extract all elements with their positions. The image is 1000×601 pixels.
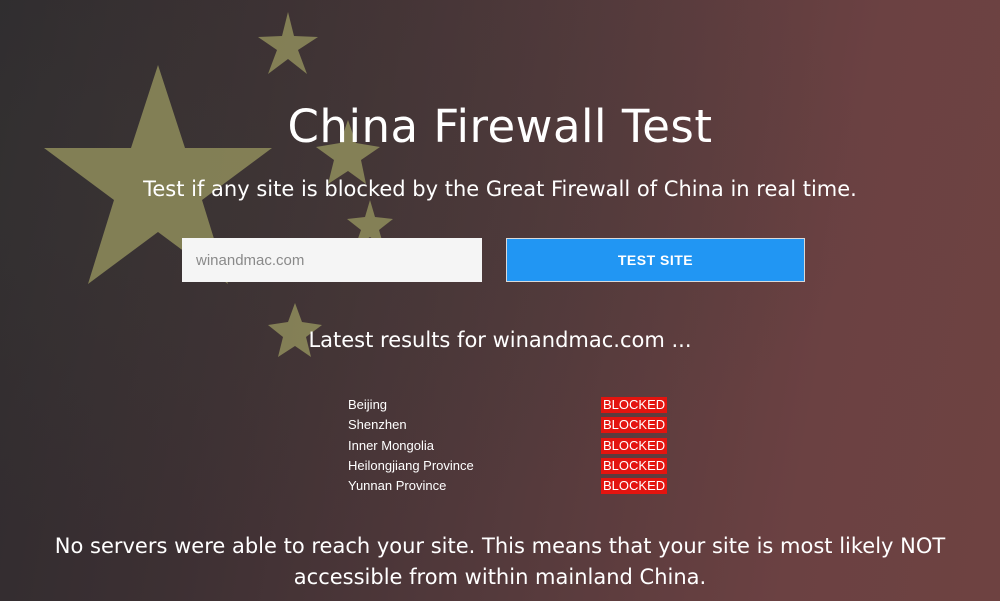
status-badge: BLOCKED bbox=[601, 457, 668, 474]
page-title: China Firewall Test bbox=[287, 100, 713, 153]
location-label: Shenzhen bbox=[348, 417, 407, 433]
location-label: Heilongjiang Province bbox=[348, 457, 474, 473]
table-row: Shenzhen BLOCKED bbox=[348, 416, 678, 436]
status-badge: BLOCKED bbox=[601, 437, 668, 454]
page-subtitle: Test if any site is blocked by the Great… bbox=[143, 177, 857, 201]
results-heading: Latest results for winandmac.com ... bbox=[308, 328, 692, 352]
flag-background bbox=[44, 12, 393, 357]
results-table: Beijing BLOCKED Shenzhen BLOCKED Inner M… bbox=[348, 396, 678, 497]
location-label: Inner Mongolia bbox=[348, 437, 434, 453]
status-badge: BLOCKED bbox=[601, 417, 668, 434]
results-conclusion: No servers were able to reach your site.… bbox=[54, 534, 946, 589]
star-icon bbox=[258, 12, 318, 74]
location-label: Beijing bbox=[348, 397, 388, 412]
status-badge: BLOCKED bbox=[601, 397, 668, 413]
table-row: Yunnan Province BLOCKED bbox=[348, 477, 678, 497]
location-label: Yunnan Province bbox=[348, 478, 447, 494]
test-site-button[interactable]: TEST SITE bbox=[506, 238, 805, 282]
status-badge: BLOCKED bbox=[601, 478, 668, 495]
url-input[interactable] bbox=[182, 238, 482, 282]
table-row: Heilongjiang Province BLOCKED bbox=[348, 457, 678, 477]
table-row: Inner Mongolia BLOCKED bbox=[348, 437, 678, 457]
background-overlay bbox=[0, 0, 1000, 601]
table-row: Beijing BLOCKED bbox=[348, 396, 678, 416]
